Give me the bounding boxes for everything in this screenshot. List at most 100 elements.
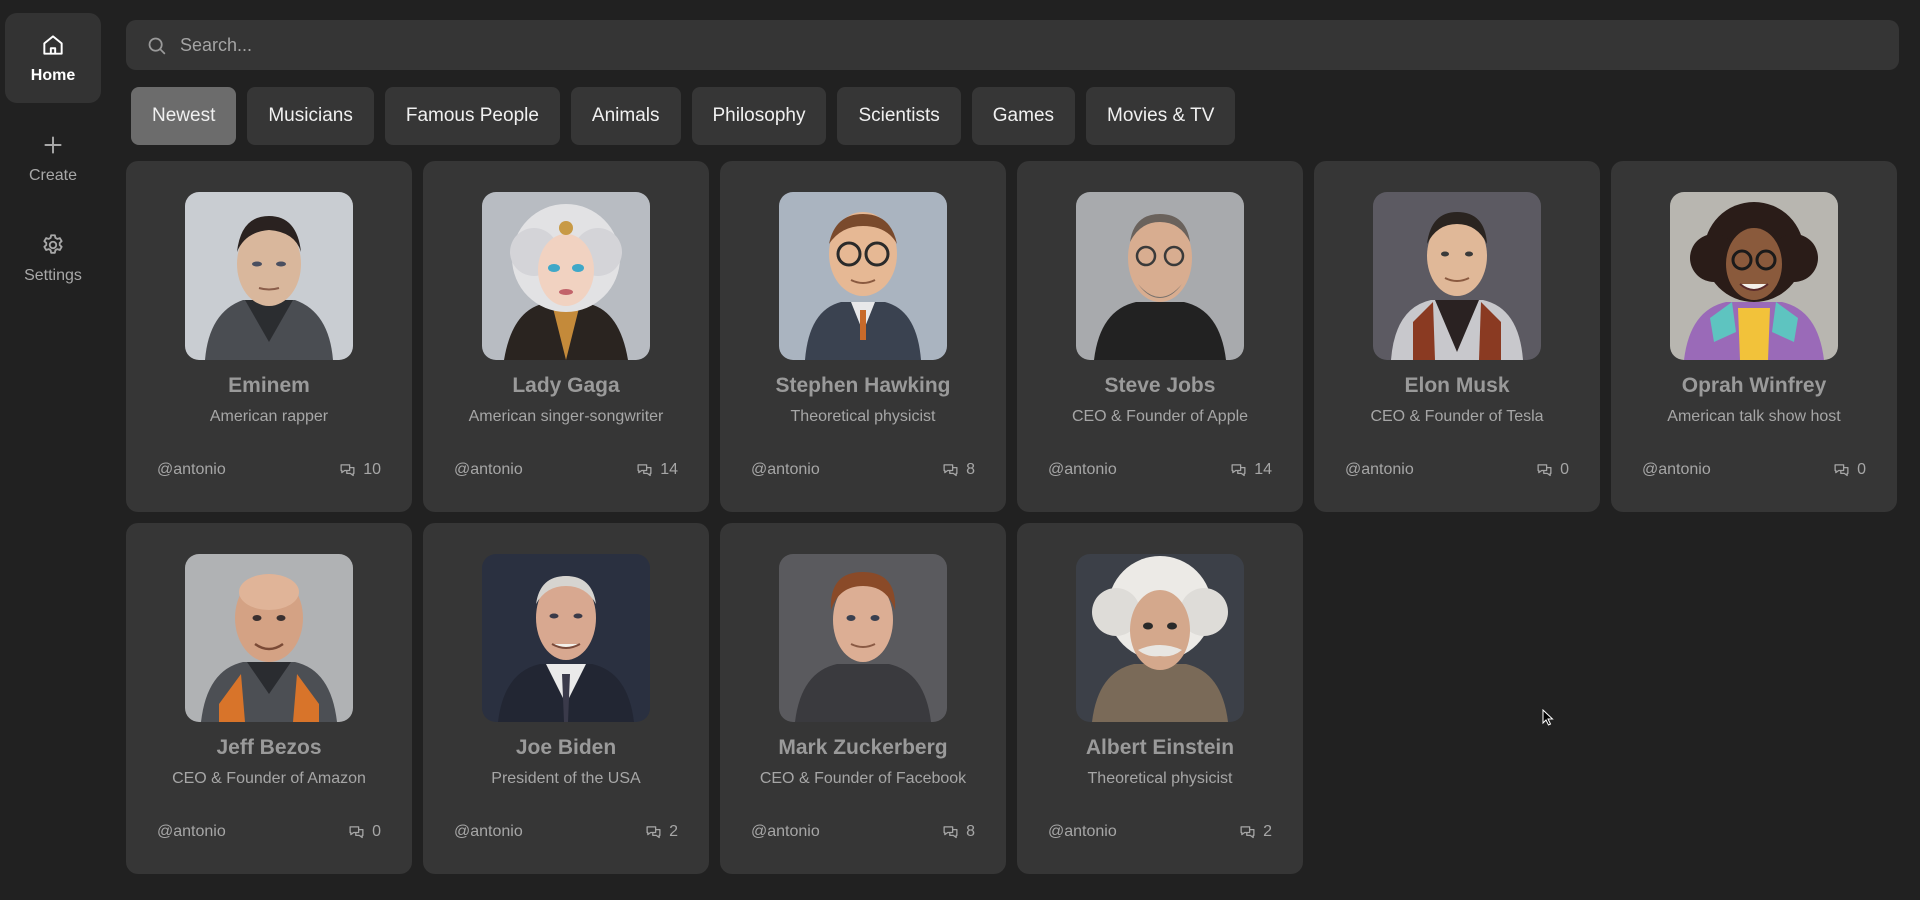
- avatar: [779, 192, 947, 360]
- sidebar-item-home[interactable]: Home: [5, 13, 101, 103]
- message-count-value: 8: [966, 823, 975, 840]
- companion-author: @antonio: [157, 823, 226, 840]
- avatar: [1076, 192, 1244, 360]
- companion-description: CEO & Founder of Apple: [1071, 408, 1249, 425]
- companion-author: @antonio: [1048, 823, 1117, 840]
- gear-icon: [43, 233, 63, 254]
- sidebar-item-label: Home: [30, 66, 76, 84]
- sidebar-item-settings[interactable]: Settings: [5, 213, 101, 303]
- companion-description: Theoretical physicist: [790, 408, 936, 425]
- message-count-value: 0: [1560, 461, 1569, 478]
- messages-icon: [943, 463, 958, 476]
- companion-card[interactable]: Albert Einstein Theoretical physicist @a…: [1017, 523, 1303, 874]
- category-scientists[interactable]: Scientists: [837, 87, 961, 145]
- message-count: 2: [645, 823, 678, 841]
- messages-icon: [646, 825, 661, 838]
- message-count-value: 2: [1263, 823, 1272, 840]
- avatar: [185, 192, 353, 360]
- companion-card[interactable]: Lady Gaga American singer-songwriter @an…: [423, 161, 709, 512]
- message-count: 0: [348, 823, 381, 841]
- category-games[interactable]: Games: [971, 87, 1076, 145]
- companion-name: Steve Jobs: [1104, 374, 1216, 397]
- avatar: [1373, 192, 1541, 360]
- search-bar: [126, 20, 1899, 70]
- message-count: 14: [636, 461, 678, 479]
- companion-author: @antonio: [1048, 461, 1117, 478]
- sidebar-item-create[interactable]: Create: [5, 113, 101, 203]
- sidebar: Home Create Settings: [0, 0, 104, 900]
- companion-description: American singer-songwriter: [468, 408, 664, 425]
- companion-name: Jeff Bezos: [216, 736, 322, 759]
- category-philosophy[interactable]: Philosophy: [691, 87, 827, 145]
- companion-author: @antonio: [751, 823, 820, 840]
- companion-author: @antonio: [454, 823, 523, 840]
- companion-description: CEO & Founder of Tesla: [1370, 408, 1544, 425]
- messages-icon: [340, 463, 355, 476]
- message-count: 0: [1833, 461, 1866, 479]
- category-animals[interactable]: Animals: [570, 87, 681, 145]
- companion-name: Albert Einstein: [1085, 736, 1235, 759]
- message-count-value: 14: [660, 461, 678, 478]
- companion-card[interactable]: Jeff Bezos CEO & Founder of Amazon @anto…: [126, 523, 412, 874]
- message-count-value: 14: [1254, 461, 1272, 478]
- mouse-cursor-icon: [1542, 709, 1554, 726]
- category-movies-tv[interactable]: Movies & TV: [1086, 87, 1236, 145]
- companion-author: @antonio: [1345, 461, 1414, 478]
- messages-icon: [349, 825, 364, 838]
- message-count-value: 2: [669, 823, 678, 840]
- companion-card[interactable]: Eminem American rapper @antonio 10: [126, 161, 412, 512]
- companion-description: Theoretical physicist: [1087, 770, 1233, 787]
- plus-icon: [44, 135, 62, 154]
- companion-card[interactable]: Mark Zuckerberg CEO & Founder of Faceboo…: [720, 523, 1006, 874]
- companion-name: Mark Zuckerberg: [778, 736, 948, 759]
- messages-icon: [637, 463, 652, 476]
- companion-card[interactable]: Oprah Winfrey American talk show host @a…: [1611, 161, 1897, 512]
- avatar: [482, 192, 650, 360]
- category-musicians[interactable]: Musicians: [247, 87, 374, 145]
- message-count: 8: [942, 461, 975, 479]
- search-icon: [148, 37, 166, 54]
- message-count: 10: [339, 461, 381, 479]
- companion-author: @antonio: [1642, 461, 1711, 478]
- avatar: [779, 554, 947, 722]
- companion-card[interactable]: Joe Biden President of the USA @antonio …: [423, 523, 709, 874]
- search-input[interactable]: [180, 34, 1880, 56]
- message-count: 0: [1536, 461, 1569, 479]
- companion-description: President of the USA: [491, 770, 641, 787]
- messages-icon: [1231, 463, 1246, 476]
- companion-author: @antonio: [157, 461, 226, 478]
- messages-icon: [1834, 463, 1849, 476]
- companion-name: Lady Gaga: [512, 374, 620, 397]
- message-count: 2: [1239, 823, 1272, 841]
- companion-author: @antonio: [751, 461, 820, 478]
- companion-card[interactable]: Steve Jobs CEO & Founder of Apple @anton…: [1017, 161, 1303, 512]
- message-count-value: 10: [363, 461, 381, 478]
- companion-name: Eminem: [228, 374, 310, 397]
- companion-name: Elon Musk: [1404, 374, 1510, 397]
- category-newest[interactable]: Newest: [131, 87, 237, 145]
- companion-card[interactable]: Stephen Hawking Theoretical physicist @a…: [720, 161, 1006, 512]
- category-famous-people[interactable]: Famous People: [384, 87, 560, 145]
- home-icon: [43, 34, 63, 55]
- message-count: 8: [942, 823, 975, 841]
- companion-author: @antonio: [454, 461, 523, 478]
- avatar: [1670, 192, 1838, 360]
- companion-name: Joe Biden: [515, 736, 617, 759]
- companion-name: Oprah Winfrey: [1681, 374, 1827, 397]
- avatar: [185, 554, 353, 722]
- companion-card[interactable]: Elon Musk CEO & Founder of Tesla @antoni…: [1314, 161, 1600, 512]
- message-count-value: 0: [1857, 461, 1866, 478]
- messages-icon: [1537, 463, 1552, 476]
- avatar: [1076, 554, 1244, 722]
- companion-description: American talk show host: [1667, 408, 1841, 425]
- category-list: Newest Musicians Famous People Animals P…: [131, 87, 1236, 145]
- sidebar-item-label: Settings: [24, 266, 82, 284]
- companion-description: CEO & Founder of Amazon: [172, 770, 366, 787]
- companion-description: American rapper: [209, 408, 329, 425]
- companion-name: Stephen Hawking: [775, 374, 951, 397]
- messages-icon: [943, 825, 958, 838]
- sidebar-item-label: Create: [28, 166, 78, 184]
- messages-icon: [1240, 825, 1255, 838]
- avatar: [482, 554, 650, 722]
- message-count-value: 0: [372, 823, 381, 840]
